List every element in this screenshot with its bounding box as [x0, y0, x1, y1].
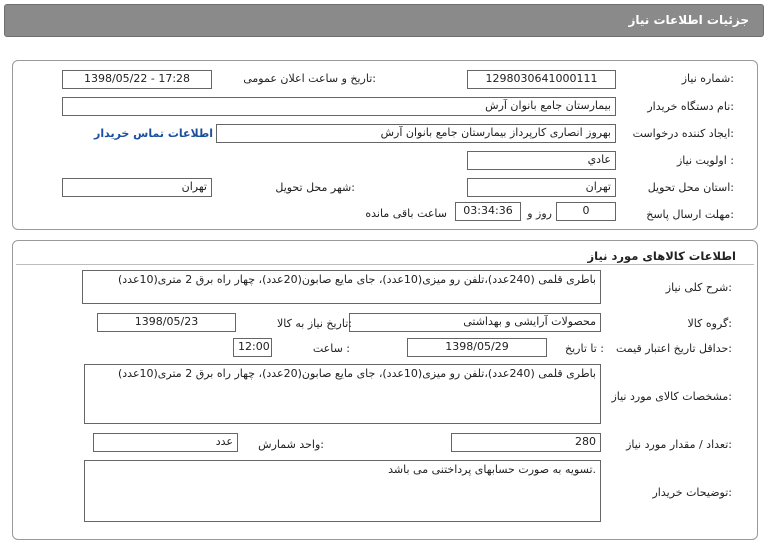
- notes-label: توضیحات خریدار:: [652, 486, 733, 499]
- group-field: محصولات آرایشی و بهداشتی: [349, 313, 601, 332]
- province-label: استان محل تحویل:: [647, 181, 734, 194]
- announce-field: 1398/05/22 - 17:28: [62, 70, 212, 89]
- qty-label: تعداد / مقدار مورد نیاز:: [626, 438, 732, 451]
- unit-label: واحد شمارش:: [258, 438, 324, 451]
- hour-field: 12:00: [233, 338, 272, 357]
- deadline-days-field: 0: [556, 202, 616, 221]
- remaining-label: ساعت باقی مانده: [365, 207, 447, 220]
- province-field: تهران: [467, 178, 616, 197]
- spec-label: مشخصات کالای مورد نیاز:: [611, 390, 732, 403]
- priority-label: اولویت نیاز :: [676, 154, 734, 167]
- section-divider: [16, 264, 754, 265]
- need-number-field: 1298030641000111: [467, 70, 616, 89]
- need-number-label: شماره نیاز:: [681, 72, 734, 85]
- min-price-date-label: حداقل تاریخ اعتبار قیمت:: [616, 342, 732, 355]
- deadline-label: مهلت ارسال پاسخ:: [646, 208, 734, 221]
- qty-field: 280: [451, 433, 601, 452]
- deadline-time-field: 03:34:36: [455, 202, 521, 221]
- page-header: جزئیات اطلاعات نیاز: [4, 4, 764, 37]
- creator-label: ایجاد کننده درخواست:: [632, 127, 734, 140]
- group-label: گروه کالا:: [687, 317, 732, 330]
- need-date-field: 1398/05/23: [97, 313, 236, 332]
- spec-field: باطری قلمی (240عدد)،تلفن رو میزی(10عدد)،…: [84, 364, 601, 424]
- need-date-label: تاریخ نیاز به کالا:: [277, 317, 352, 330]
- until-date-label: تا تاریخ :: [565, 342, 604, 355]
- creator-field: بهروز انصاری کارپرداز بیمارستان جامع بان…: [216, 124, 616, 143]
- desc-field: باطری قلمی (240عدد)،تلفن رو میزی(10عدد)،…: [82, 270, 601, 304]
- goods-section-title: اطلاعات کالاهای مورد نیاز: [587, 249, 736, 263]
- desc-label: شرح کلی نیاز:: [665, 281, 732, 294]
- buyer-contact-link[interactable]: اطلاعات تماس خریدار: [94, 127, 213, 140]
- buyer-field: بیمارستان جامع بانوان آرش: [62, 97, 616, 116]
- city-field: تهران: [62, 178, 212, 197]
- buyer-label: نام دستگاه خریدار:: [647, 100, 734, 113]
- hour-label: ساعت :: [312, 342, 350, 355]
- city-label: شهر محل تحویل:: [275, 181, 355, 194]
- announce-label: تاریخ و ساعت اعلان عمومی:: [243, 72, 376, 85]
- day-and-label: روز و: [527, 207, 552, 220]
- page-title: جزئیات اطلاعات نیاز: [628, 13, 749, 27]
- unit-field: عدد: [93, 433, 238, 452]
- until-date-field: 1398/05/29: [407, 338, 547, 357]
- priority-field: عادي: [467, 151, 616, 170]
- notes-field: تسویه به صورت حسابهای پرداختنی می باشد.: [84, 460, 601, 522]
